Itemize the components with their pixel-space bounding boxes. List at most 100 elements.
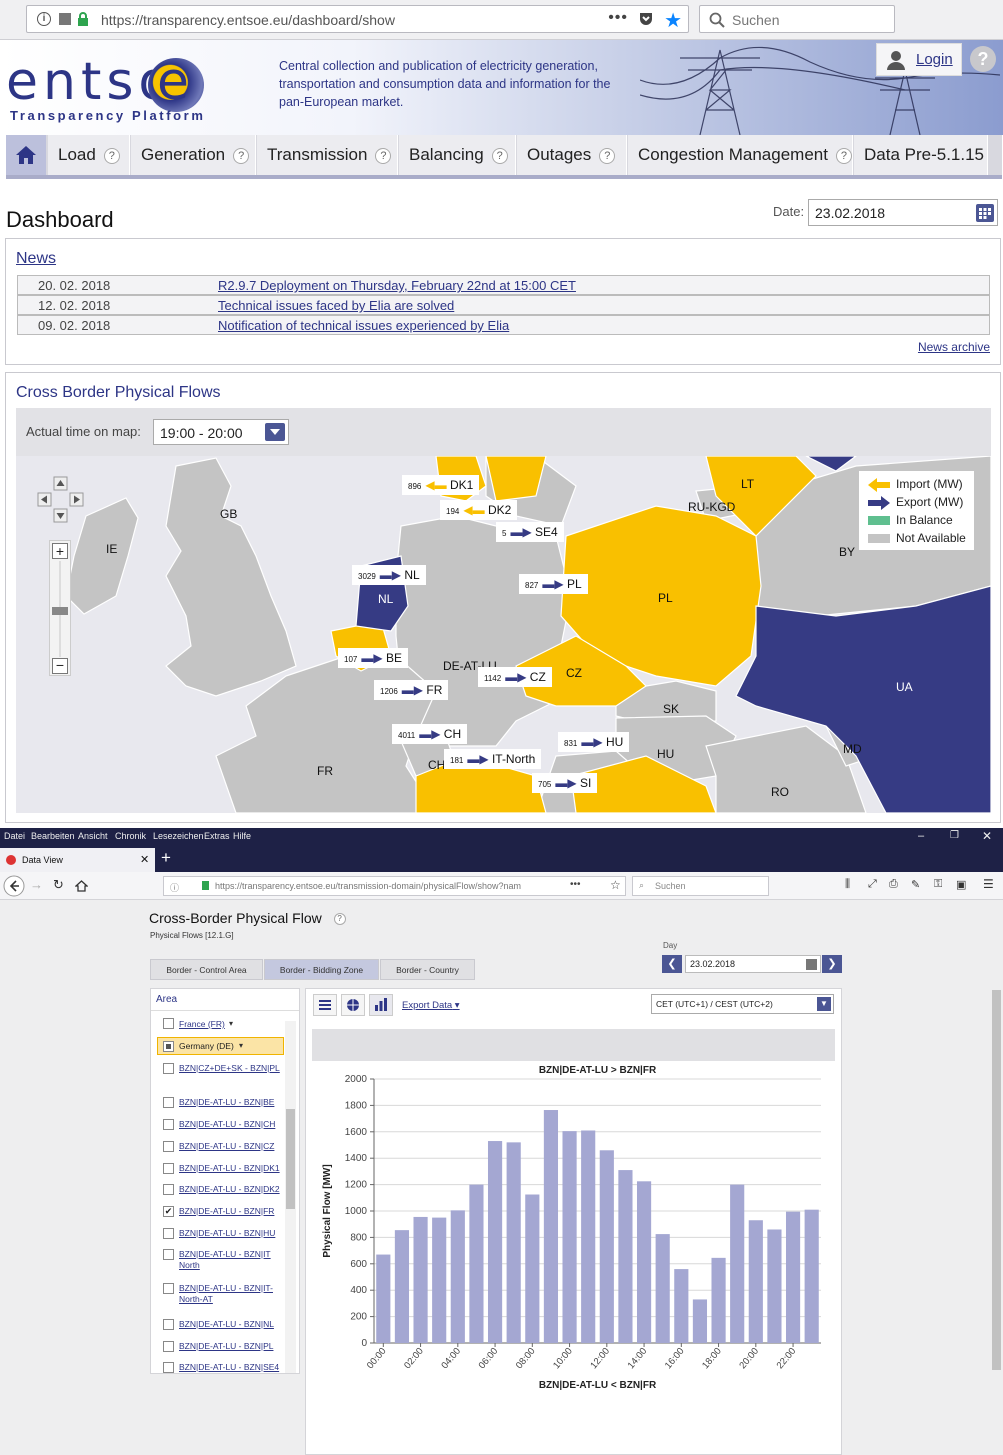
news-title[interactable]: News [16, 250, 56, 268]
print-icon[interactable]: ⎙ [889, 878, 898, 891]
back-icon[interactable] [3, 875, 25, 897]
area-item-label[interactable]: BZN|CZ+DE+SK - BZN|PL [179, 1063, 281, 1074]
help-icon[interactable]: ? [491, 147, 508, 164]
pocket-icon[interactable] [638, 11, 654, 27]
area-checkbox[interactable] [163, 1119, 174, 1130]
menu-history[interactable]: Chronik [115, 831, 146, 841]
zoom-handle[interactable] [52, 607, 68, 615]
zoom-slider[interactable]: + − [49, 540, 71, 676]
globe-icon[interactable] [341, 994, 365, 1016]
search-input[interactable]: Suchen [699, 5, 895, 33]
flow-tag-dk1[interactable]: 896 ◀▬ DK1 [402, 475, 480, 495]
area-item-label[interactable]: BZN|DE-AT-LU - BZN|IT-North-AT [179, 1283, 281, 1305]
close-tab-icon[interactable]: ✕ [140, 853, 149, 866]
area-checkbox[interactable] [163, 1041, 174, 1052]
news-archive-link[interactable]: News archive [918, 340, 990, 354]
bar-chart-view-icon[interactable] [369, 994, 393, 1016]
menu-edit[interactable]: Bearbeiten [31, 831, 75, 841]
area-item-label[interactable]: BZN|DE-AT-LU - BZN|PL [179, 1341, 281, 1352]
nav-balancing[interactable]: Balancing? [399, 135, 516, 175]
zoom-in-icon[interactable]: + [52, 543, 68, 559]
flow-tag-fr[interactable]: 1206 ▬▶ FR [374, 680, 449, 700]
chevron-down-icon[interactable]: ▾ [229, 1019, 233, 1028]
area-item-label[interactable]: Germany (DE) [179, 1041, 281, 1052]
area-item-label[interactable]: BZN|DE-AT-LU - BZN|FR [179, 1206, 281, 1217]
area-checkbox[interactable] [163, 1018, 174, 1029]
area-checkbox[interactable] [163, 1249, 174, 1260]
menu-icon[interactable]: ☰ [983, 877, 994, 891]
help-icon[interactable]: ? [835, 147, 852, 164]
calendar-icon[interactable] [976, 204, 994, 222]
area-item-label[interactable]: BZN|DE-AT-LU - BZN|CH [179, 1119, 281, 1130]
nav-data-pre[interactable]: Data Pre-5.1.15 [854, 135, 988, 175]
area-checkbox[interactable]: ✔ [163, 1206, 174, 1217]
new-tab-icon[interactable]: + [161, 848, 171, 868]
address-bar[interactable]: ⓘ https://transparency.entsoe.eu/transmi… [163, 876, 626, 896]
pan-control[interactable] [37, 476, 85, 524]
area-checkbox[interactable] [163, 1063, 174, 1074]
tab-border-bidding-zone[interactable]: Border - Bidding Zone [264, 959, 379, 980]
help-icon[interactable]: ? [233, 147, 250, 164]
help-icon[interactable]: ? [103, 147, 120, 164]
flow-map[interactable]: LT RU-KGD GB IE BY PL NL DE-AT-LU CZ UA … [16, 456, 991, 813]
help-icon[interactable]: ? [375, 147, 392, 164]
menu-tools[interactable]: Extras [204, 831, 230, 841]
flow-tag-dk2[interactable]: 194 ◀▬ DK2 [440, 500, 518, 520]
info-icon[interactable]: ⓘ [170, 881, 179, 894]
address-bar[interactable]: i https://transparency.entsoe.eu/dashboa… [26, 5, 689, 33]
sidebar-icon[interactable]: ▣ [956, 878, 966, 891]
home-button[interactable] [6, 135, 46, 175]
flow-tag-si[interactable]: 705 ▬▶ SI [532, 773, 598, 793]
menu-help[interactable]: Hilfe [233, 831, 251, 841]
restore-icon[interactable]: ❐ [950, 830, 959, 841]
flow-tag-cz[interactable]: 1142 ▬▶ CZ [478, 667, 552, 687]
area-item-label[interactable]: BZN|DE-AT-LU - BZN|DK1 [179, 1163, 281, 1174]
flow-tag-pl[interactable]: 827 ▬▶ PL [519, 574, 588, 594]
area-item-label[interactable]: BZN|DE-AT-LU - BZN|DK2 [179, 1184, 281, 1195]
flow-tag-be[interactable]: 107 ▬▶ BE [338, 648, 408, 668]
page-actions-icon[interactable]: ••• [570, 879, 581, 890]
minimize-icon[interactable]: – [918, 830, 924, 842]
forward-icon[interactable]: → [30, 877, 43, 892]
nav-transmission[interactable]: Transmission? [257, 135, 398, 175]
area-checkbox[interactable] [163, 1141, 174, 1152]
news-link[interactable]: R2.9.7 Deployment on Thursday, February … [218, 278, 576, 293]
nav-generation[interactable]: Generation? [131, 135, 256, 175]
zoom-out-icon[interactable]: − [52, 658, 68, 674]
area-checkbox[interactable] [163, 1341, 174, 1352]
menu-bookmarks[interactable]: Lesezeichen [153, 831, 204, 841]
login-button[interactable]: Login [876, 43, 962, 76]
tab-border-country[interactable]: Border - Country [380, 959, 475, 980]
area-checkbox[interactable] [163, 1283, 174, 1294]
scrollbar-thumb[interactable] [286, 1109, 295, 1209]
area-checkbox[interactable] [163, 1228, 174, 1239]
chevron-down-icon[interactable]: ▾ [239, 1041, 243, 1050]
help-icon[interactable]: ? [333, 913, 346, 926]
next-day-button[interactable]: ❯ [822, 955, 842, 973]
flow-tag-hu[interactable]: 831 ▬▶ HU [558, 732, 630, 752]
time-select[interactable]: 19:00 - 20:00 [153, 419, 289, 445]
area-item-label[interactable]: BZN|DE-AT-LU - BZN|NL [179, 1319, 281, 1330]
help-icon[interactable]: ? [599, 147, 616, 164]
flow-tag-ch[interactable]: 4011 ▬▶ CH [392, 724, 468, 744]
bookmark-star-icon[interactable]: ☆ [610, 878, 621, 892]
area-item-label[interactable]: BZN|DE-AT-LU - BZN|CZ [179, 1141, 281, 1152]
help-icon[interactable]: ? [970, 46, 996, 72]
area-checkbox[interactable] [163, 1097, 174, 1108]
chevron-down-icon[interactable] [265, 423, 285, 441]
area-checkbox[interactable] [163, 1184, 174, 1195]
nav-outages[interactable]: Outages? [517, 135, 627, 175]
area-item-label[interactable]: BZN|DE-AT-LU - BZN|SE4 [179, 1362, 281, 1373]
tab-data-view[interactable]: Data View ✕ [0, 848, 155, 872]
area-item-label[interactable]: BZN|DE-AT-LU - BZN|BE [179, 1097, 281, 1108]
chevron-down-icon[interactable]: ▼ [817, 997, 831, 1011]
menu-view[interactable]: Ansicht [78, 831, 108, 841]
flow-tag-se4[interactable]: 5 ▬▶ SE4 [496, 522, 564, 542]
nav-congestion-management[interactable]: Congestion Management? [628, 135, 853, 175]
area-checkbox[interactable] [163, 1163, 174, 1174]
key-icon[interactable]: ⚿ [934, 878, 942, 891]
timezone-select[interactable]: CET (UTC+1) / CEST (UTC+2) ▼ [651, 994, 834, 1014]
day-input[interactable]: 23.02.2018 [685, 955, 821, 973]
page-scrollbar[interactable] [990, 900, 1003, 1455]
area-checkbox[interactable] [163, 1319, 174, 1330]
